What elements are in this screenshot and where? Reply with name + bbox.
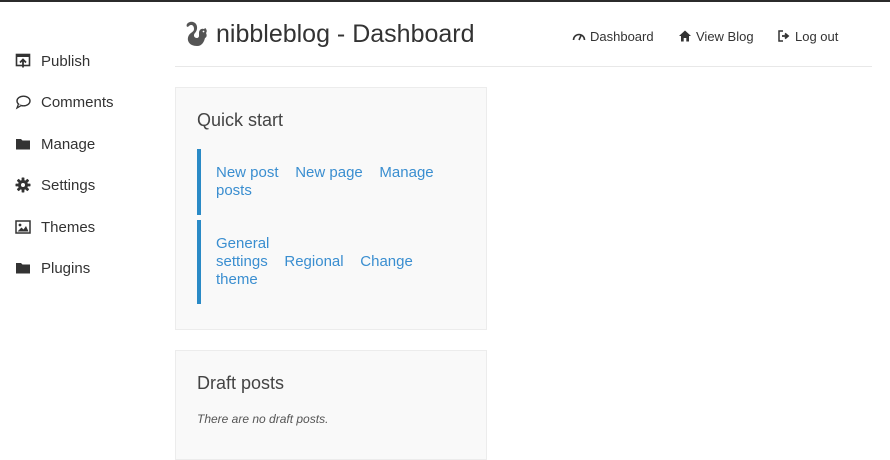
nav-dashboard-link[interactable]: Dashboard: [572, 26, 654, 46]
regional-link[interactable]: Regional: [284, 253, 343, 270]
publish-icon: [15, 52, 33, 70]
squirrel-logo-icon: [183, 20, 209, 48]
change-theme-label-1: Change: [360, 253, 413, 270]
sidebar-item-plugins[interactable]: Plugins: [15, 256, 90, 280]
new-post-link[interactable]: New post: [216, 164, 279, 181]
nav-logout-link[interactable]: Log out: [777, 26, 838, 46]
new-page-link[interactable]: New page: [295, 164, 363, 181]
draft-posts-title: Draft posts: [197, 373, 285, 393]
sidebar-item-label: Themes: [41, 218, 96, 236]
sidebar-item-publish[interactable]: Publish: [15, 49, 90, 73]
nav-logout-label: Log out: [795, 28, 839, 44]
general-settings-label-2: settings: [216, 253, 268, 270]
sidebar-item-themes[interactable]: Themes: [15, 215, 95, 239]
page-title: nibbleblog - Dashboard: [216, 20, 475, 48]
nav-view-blog-link[interactable]: View Blog: [678, 26, 754, 46]
nav-view-blog-label: View Blog: [696, 28, 754, 44]
speedometer-icon: [572, 29, 586, 43]
home-icon: [678, 29, 692, 43]
draft-posts-empty-message: There are no draft posts.: [197, 412, 329, 426]
manage-posts-label-2: posts: [216, 182, 252, 199]
sidebar-item-comments[interactable]: Comments: [15, 90, 114, 114]
quick-start-title: Quick start: [197, 110, 284, 130]
change-theme-label-2: theme: [216, 271, 258, 288]
folder-icon: [15, 259, 33, 277]
logout-icon: [777, 29, 791, 43]
sidebar-item-label: Manage: [41, 135, 96, 153]
sidebar-item-label: Plugins: [41, 259, 91, 277]
sidebar-item-label: Settings: [41, 176, 96, 194]
quick-start-group-settings: General settings Regional Change theme: [197, 220, 437, 304]
general-settings-link[interactable]: General settings: [216, 235, 269, 270]
header-divider: [175, 66, 872, 67]
manage-posts-label-1: Manage: [379, 164, 434, 181]
nav-dashboard-label: Dashboard: [590, 28, 654, 44]
sidebar-item-label: Comments: [41, 93, 114, 111]
sidebar-item-settings[interactable]: Settings: [15, 173, 95, 197]
quick-start-group-posts: New post New page Manage posts: [197, 149, 437, 215]
general-settings-label-1: General: [216, 235, 270, 252]
folder-icon: [15, 135, 33, 153]
top-border: [0, 0, 890, 2]
quick-start-panel: Quick start New post New page Manage post…: [175, 87, 487, 330]
image-icon: [15, 218, 33, 236]
sidebar-item-label: Publish: [41, 52, 91, 70]
gear-icon: [15, 176, 33, 194]
comment-icon: [15, 93, 33, 111]
sidebar-item-manage[interactable]: Manage: [15, 132, 95, 156]
